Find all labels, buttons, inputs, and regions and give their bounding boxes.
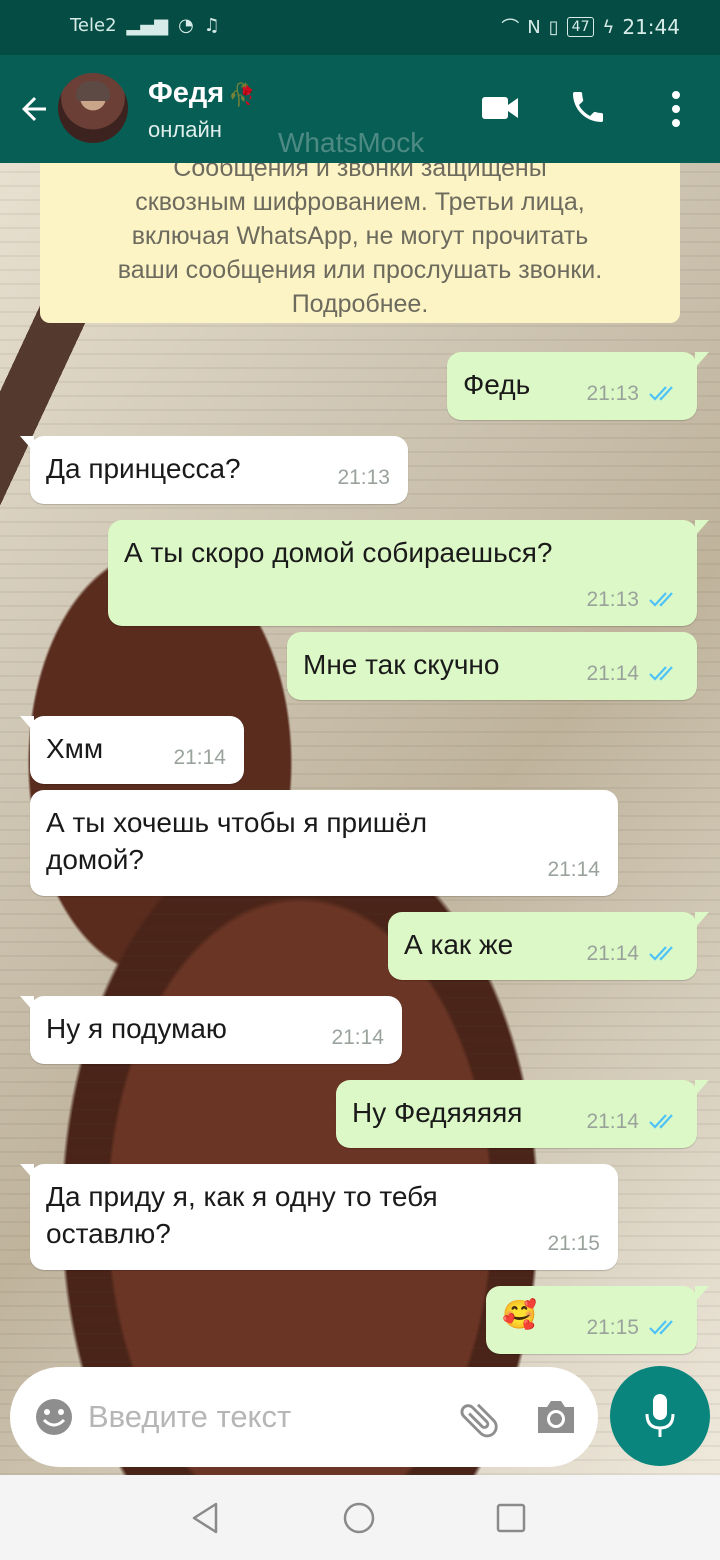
message-text: Хмм bbox=[46, 733, 104, 764]
bubble-tail bbox=[20, 716, 34, 732]
bubble-tail bbox=[20, 436, 34, 452]
message-text: Мне так скучно bbox=[303, 649, 500, 680]
video-call-icon[interactable] bbox=[480, 93, 520, 123]
message-bubble-outgoing[interactable]: А как же 21:14 bbox=[388, 912, 709, 980]
watermark: WhatsMock bbox=[278, 127, 425, 158]
message-emoji: 🥰 bbox=[502, 1299, 537, 1330]
message-time: 21:15 bbox=[586, 1316, 639, 1339]
message-text: А ты скоро домой собираешься? bbox=[124, 537, 553, 568]
message-time: 21:13 bbox=[586, 588, 639, 611]
contact-status: онлайн bbox=[148, 117, 222, 142]
bubble-tail bbox=[695, 1286, 709, 1302]
carrier-label: Tele2 bbox=[70, 15, 117, 36]
message-text: Ну Федяяяяя bbox=[352, 1097, 523, 1128]
camera-icon[interactable] bbox=[534, 1397, 578, 1437]
vibrate-icon: ▯ bbox=[548, 16, 559, 38]
read-ticks-icon bbox=[649, 1114, 673, 1129]
headphones-icon: ⌒ bbox=[501, 18, 520, 39]
mic-icon bbox=[645, 1394, 675, 1437]
message-text: А ты хочешь чтобы я пришёл домой? bbox=[46, 807, 428, 875]
message-text: Да приду я, как я одну то тебя оставлю? bbox=[46, 1181, 438, 1249]
read-ticks-icon bbox=[649, 666, 673, 681]
back-arrow-icon[interactable] bbox=[16, 91, 52, 127]
music-icon: ♫ bbox=[203, 15, 220, 36]
message-time: 21:13 bbox=[586, 382, 639, 405]
bubble-tail bbox=[20, 996, 34, 1012]
clock: 21:44 bbox=[622, 15, 680, 39]
encryption-notice[interactable]: Сообщения и звонки защищены сквозным шиф… bbox=[40, 163, 680, 323]
message-time: 21:14 bbox=[331, 1026, 384, 1049]
encryption-notice-line: ваши сообщения или прослушать звонки. bbox=[117, 256, 603, 284]
phone-icon[interactable] bbox=[568, 87, 608, 127]
nfc-icon: N bbox=[527, 16, 541, 38]
message-bubble-incoming[interactable]: Да принцесса? 21:13 bbox=[20, 436, 408, 504]
message-bubble-outgoing[interactable]: 🥰 21:15 bbox=[486, 1286, 709, 1354]
message-text: Да принцесса? bbox=[46, 453, 241, 484]
message-text: Федь bbox=[463, 369, 531, 400]
bubble-tail bbox=[20, 1164, 34, 1180]
status-bar: Tele2 ▂▄▆ ◔ ♫ ⌒ N ▯ 47 ϟ 21:44 bbox=[0, 0, 720, 55]
message-text: А как же bbox=[404, 929, 514, 960]
message-time: 21:14 bbox=[586, 1110, 639, 1133]
message-bubble-outgoing[interactable]: Ну Федяяяяя 21:14 bbox=[336, 1080, 709, 1148]
encryption-notice-line: Сообщения и звонки защищены bbox=[173, 163, 547, 182]
read-ticks-icon bbox=[649, 1320, 673, 1335]
bubble-tail bbox=[695, 912, 709, 928]
read-ticks-icon bbox=[649, 946, 673, 961]
battery-indicator: 47 bbox=[566, 17, 595, 37]
nav-home-icon[interactable] bbox=[342, 1501, 376, 1535]
message-time: 21:14 bbox=[173, 746, 226, 769]
read-ticks-icon bbox=[649, 386, 673, 401]
message-bubble-incoming[interactable]: Хмм 21:14 bbox=[20, 716, 244, 784]
smiley-icon[interactable] bbox=[34, 1397, 74, 1437]
chat-area[interactable]: Сообщения и звонки защищены сквозным шиф… bbox=[0, 163, 720, 1475]
read-ticks-icon bbox=[649, 592, 673, 607]
rose-emoji: 🥀 bbox=[228, 82, 256, 107]
wifi-icon: ◔ bbox=[178, 15, 194, 36]
message-bubble-outgoing[interactable]: Федь 21:13 bbox=[447, 352, 709, 420]
message-time: 21:14 bbox=[547, 858, 600, 881]
compose-bar bbox=[10, 1367, 598, 1467]
avatar[interactable] bbox=[58, 73, 128, 143]
message-time: 21:14 bbox=[586, 942, 639, 965]
more-vert-icon[interactable] bbox=[664, 89, 688, 129]
signal-icon: ▂▄▆ bbox=[126, 15, 169, 36]
message-input[interactable] bbox=[88, 1397, 428, 1437]
encryption-notice-line: включая WhatsApp, не могут прочитать bbox=[131, 222, 589, 250]
paperclip-icon[interactable] bbox=[456, 1397, 502, 1443]
message-bubble-incoming[interactable]: Да приду я, как я одну то тебя оставлю? … bbox=[20, 1164, 618, 1270]
message-time: 21:14 bbox=[586, 662, 639, 685]
message-bubble-outgoing[interactable]: А ты скоро домой собираешься? 21:13 bbox=[108, 520, 709, 626]
nav-recents-icon[interactable] bbox=[496, 1503, 526, 1533]
bubble-tail bbox=[695, 352, 709, 368]
message-bubble-incoming[interactable]: А ты хочешь чтобы я пришёл домой? 21:14 bbox=[30, 790, 618, 896]
chat-header: Федя 🥀 онлайн WhatsMock bbox=[0, 55, 720, 163]
contact-name-text: Федя bbox=[148, 77, 225, 109]
nav-back-icon[interactable] bbox=[190, 1501, 222, 1535]
message-time: 21:15 bbox=[547, 1232, 600, 1255]
system-nav-bar bbox=[0, 1475, 720, 1560]
bubble-tail bbox=[695, 1080, 709, 1096]
message-text: Ну я подумаю bbox=[46, 1013, 227, 1044]
encryption-notice-line: сквозным шифрованием. Третьи лица, bbox=[135, 188, 585, 216]
message-bubble-outgoing[interactable]: Мне так скучно 21:14 bbox=[287, 632, 697, 700]
contact-name[interactable]: Федя 🥀 bbox=[148, 77, 256, 110]
message-bubble-incoming[interactable]: Ну я подумаю 21:14 bbox=[20, 996, 402, 1064]
bubble-tail bbox=[695, 520, 709, 536]
message-time: 21:13 bbox=[337, 466, 390, 489]
mic-button[interactable] bbox=[610, 1366, 710, 1466]
charging-icon: ϟ bbox=[602, 16, 615, 38]
encryption-notice-link[interactable]: Подробнее. bbox=[70, 287, 650, 321]
